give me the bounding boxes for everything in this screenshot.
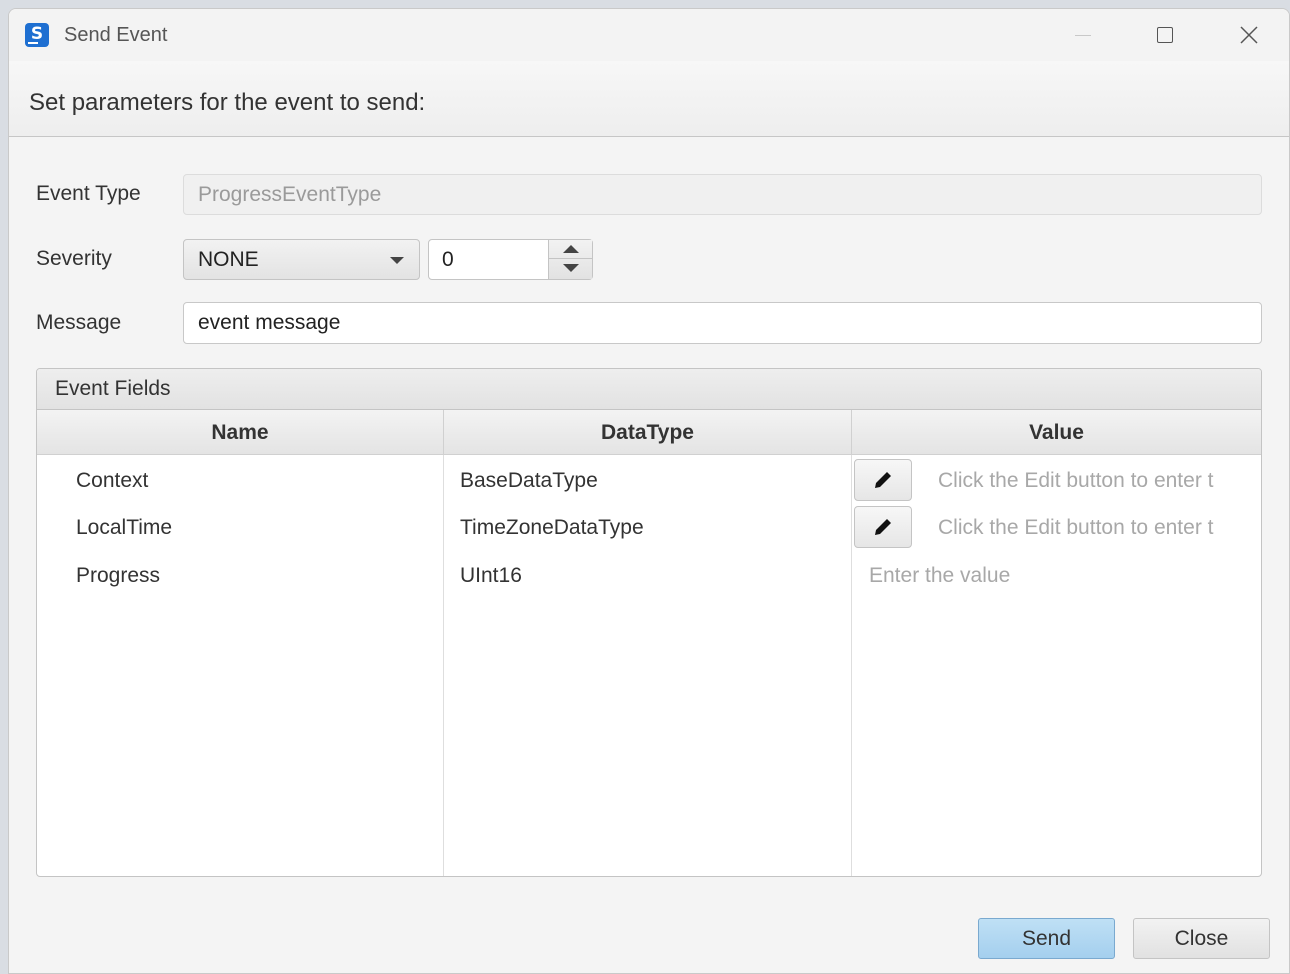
title-bar: S Send Event (9, 9, 1289, 61)
row-datatype: TimeZoneDataType (460, 516, 644, 539)
severity-selected: NONE (198, 247, 259, 271)
column-header-name[interactable]: Name (37, 410, 444, 455)
row-name: LocalTime (76, 516, 173, 539)
dialog-header: Set parameters for the event to send: (9, 61, 1289, 137)
send-event-dialog: S Send Event Set parameters for the even… (8, 8, 1290, 974)
close-button[interactable]: Close (1133, 918, 1270, 959)
column-divider (851, 455, 852, 876)
row-value: Click the Edit button to enter t (938, 516, 1214, 539)
column-header-datatype[interactable]: DataType (444, 410, 852, 455)
close-window-button[interactable] (1227, 17, 1271, 53)
maximize-icon (1157, 27, 1173, 43)
app-s-icon: S (25, 23, 49, 47)
edit-button[interactable] (854, 459, 912, 501)
spinner-down-button[interactable] (549, 259, 593, 279)
row-name: Context (76, 469, 149, 492)
column-divider (443, 455, 444, 876)
severity-number[interactable]: 0 (442, 248, 454, 272)
row-datatype: BaseDataType (460, 469, 598, 492)
arrow-up-icon (563, 245, 579, 253)
minimize-button[interactable] (1061, 17, 1105, 53)
edit-button[interactable] (854, 506, 912, 548)
pencil-icon (875, 519, 891, 535)
message-label: Message (36, 311, 122, 334)
severity-dropdown[interactable]: NONE (183, 239, 420, 280)
event-fields-title: Event Fields (37, 369, 1261, 410)
spinner-up-button[interactable] (549, 240, 593, 259)
minimize-icon (1075, 34, 1091, 36)
chevron-down-icon (390, 257, 404, 264)
row-value: Click the Edit button to enter t (938, 469, 1214, 492)
row-value-input[interactable]: Enter the value (869, 564, 1239, 588)
event-type-field: ProgressEventType (183, 174, 1262, 215)
table-header: Name DataType Value (37, 410, 1261, 455)
close-icon (1240, 26, 1258, 44)
spinner-buttons (548, 240, 593, 279)
severity-label: Severity (36, 247, 112, 270)
pencil-icon (875, 472, 891, 488)
column-header-value[interactable]: Value (852, 410, 1261, 455)
event-fields-group: Event Fields Name DataType Value Context… (36, 368, 1262, 877)
arrow-down-icon (563, 264, 579, 272)
row-name: Progress (76, 564, 161, 587)
message-input[interactable]: event message (183, 302, 1262, 344)
window-title: Send Event (64, 24, 168, 46)
header-text: Set parameters for the event to send: (29, 89, 426, 116)
send-button[interactable]: Send (978, 918, 1115, 959)
row-datatype: UInt16 (460, 564, 522, 587)
maximize-button[interactable] (1143, 17, 1187, 53)
severity-spinner[interactable]: 0 (428, 239, 593, 280)
event-type-label: Event Type (36, 182, 141, 205)
